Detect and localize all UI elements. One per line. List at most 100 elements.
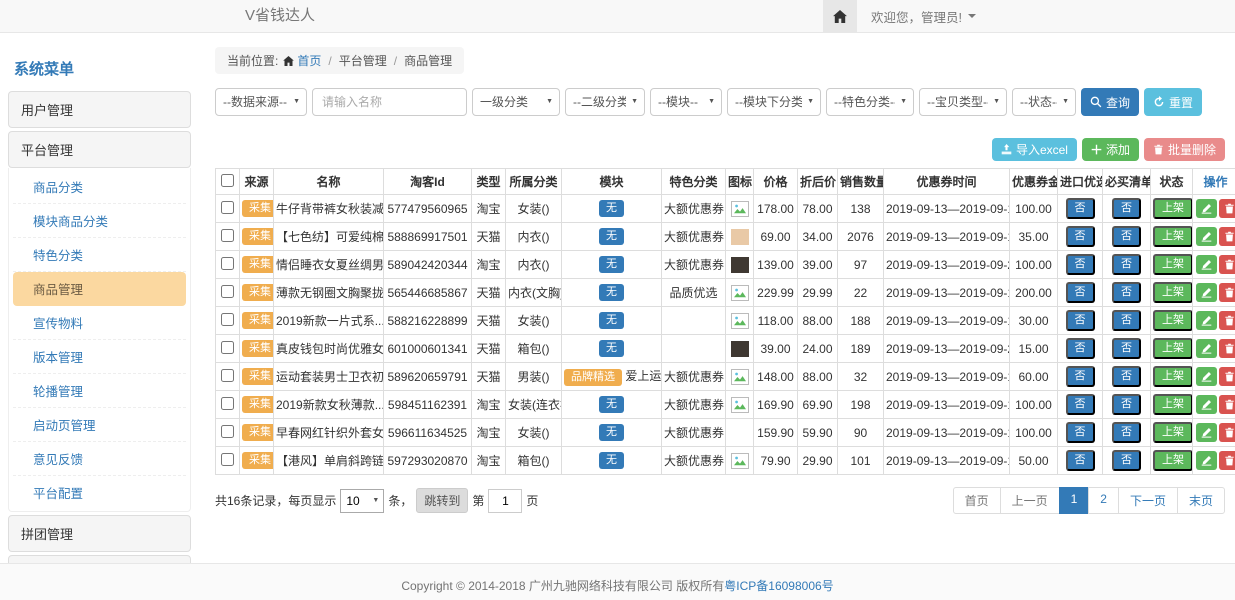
reset-button[interactable]: 重置 xyxy=(1144,88,1202,116)
filter-select-特色分类[interactable]: --特色分类-- xyxy=(826,88,914,116)
pager-button-1[interactable]: 1 xyxy=(1059,487,1090,514)
row-checkbox[interactable] xyxy=(221,341,234,354)
pager-button-首页[interactable]: 首页 xyxy=(953,487,1001,514)
sidebar-item-特色分类[interactable]: 特色分类 xyxy=(13,238,186,272)
import-select-toggle[interactable]: 否 xyxy=(1066,422,1095,443)
row-checkbox[interactable] xyxy=(221,257,234,270)
sidebar-section-拼团管理[interactable]: 拼团管理 xyxy=(8,515,191,552)
sidebar-item-意见反馈[interactable]: 意见反馈 xyxy=(13,442,186,476)
edit-button[interactable] xyxy=(1196,283,1217,302)
import-select-toggle[interactable]: 否 xyxy=(1066,450,1095,471)
filter-select-模块下分类[interactable]: --模块下分类-- xyxy=(727,88,821,116)
sidebar-item-启动页管理[interactable]: 启动页管理 xyxy=(13,408,186,442)
delete-button[interactable] xyxy=(1219,451,1235,470)
delete-button[interactable] xyxy=(1219,255,1235,274)
edit-button[interactable] xyxy=(1196,339,1217,358)
data-source-select[interactable]: --数据来源-- xyxy=(215,88,307,116)
edit-button[interactable] xyxy=(1196,227,1217,246)
sidebar-section-用户管理[interactable]: 用户管理 xyxy=(8,91,191,128)
pager-button-2[interactable]: 2 xyxy=(1088,487,1119,514)
status-toggle[interactable]: 上架 xyxy=(1153,450,1193,471)
must-buy-toggle[interactable]: 否 xyxy=(1112,254,1141,275)
delete-button[interactable] xyxy=(1219,283,1235,302)
import-select-toggle[interactable]: 否 xyxy=(1066,282,1095,303)
must-buy-toggle[interactable]: 否 xyxy=(1112,422,1141,443)
sidebar-item-商品分类[interactable]: 商品分类 xyxy=(13,170,186,204)
sidebar-section-平台管理[interactable]: 平台管理 xyxy=(8,131,191,168)
status-toggle[interactable]: 上架 xyxy=(1153,310,1193,331)
row-checkbox[interactable] xyxy=(221,285,234,298)
sidebar-item-平台配置[interactable]: 平台配置 xyxy=(13,476,186,509)
sidebar-item-模块商品分类[interactable]: 模块商品分类 xyxy=(13,204,186,238)
must-buy-toggle[interactable]: 否 xyxy=(1112,282,1141,303)
row-checkbox[interactable] xyxy=(221,313,234,326)
status-toggle[interactable]: 上架 xyxy=(1153,394,1193,415)
sidebar-item-宣传物料[interactable]: 宣传物料 xyxy=(13,306,186,340)
row-checkbox[interactable] xyxy=(221,397,234,410)
import-select-toggle[interactable]: 否 xyxy=(1066,366,1095,387)
filter-select-状态[interactable]: --状态-- xyxy=(1012,88,1076,116)
must-buy-toggle[interactable]: 否 xyxy=(1112,450,1141,471)
delete-button[interactable] xyxy=(1219,311,1235,330)
edit-button[interactable] xyxy=(1196,367,1217,386)
user-menu[interactable]: 欢迎您，管理员! xyxy=(857,0,990,32)
batch-delete-button[interactable]: 批量删除 xyxy=(1144,138,1225,161)
select-all-checkbox[interactable] xyxy=(221,174,234,187)
row-checkbox[interactable] xyxy=(221,425,234,438)
status-toggle[interactable]: 上架 xyxy=(1153,338,1193,359)
per-page-select[interactable]: 10 xyxy=(340,489,384,513)
filter-select-一级分类[interactable]: 一级分类 xyxy=(472,88,560,116)
edit-button[interactable] xyxy=(1196,255,1217,274)
row-checkbox[interactable] xyxy=(221,453,234,466)
status-toggle[interactable]: 上架 xyxy=(1153,198,1193,219)
edit-button[interactable] xyxy=(1196,311,1217,330)
status-toggle[interactable]: 上架 xyxy=(1153,226,1193,247)
edit-button[interactable] xyxy=(1196,423,1217,442)
edit-button[interactable] xyxy=(1196,199,1217,218)
import-select-toggle[interactable]: 否 xyxy=(1066,394,1095,415)
breadcrumb-home-link[interactable]: 首页 xyxy=(283,52,321,69)
status-toggle[interactable]: 上架 xyxy=(1153,254,1193,275)
import-select-toggle[interactable]: 否 xyxy=(1066,338,1095,359)
must-buy-toggle[interactable]: 否 xyxy=(1112,394,1141,415)
sidebar-section-省直快报[interactable]: 省直快报 xyxy=(8,555,191,563)
row-checkbox[interactable] xyxy=(221,201,234,214)
name-search-input[interactable] xyxy=(312,88,467,116)
status-toggle[interactable]: 上架 xyxy=(1153,422,1193,443)
delete-button[interactable] xyxy=(1219,227,1235,246)
import-select-toggle[interactable]: 否 xyxy=(1066,310,1095,331)
import-select-toggle[interactable]: 否 xyxy=(1066,226,1095,247)
status-toggle[interactable]: 上架 xyxy=(1153,282,1193,303)
must-buy-toggle[interactable]: 否 xyxy=(1112,310,1141,331)
import-select-toggle[interactable]: 否 xyxy=(1066,254,1095,275)
must-buy-toggle[interactable]: 否 xyxy=(1112,226,1141,247)
sidebar-item-轮播管理[interactable]: 轮播管理 xyxy=(13,374,186,408)
sidebar-item-商品管理[interactable]: 商品管理 xyxy=(13,272,186,306)
delete-button[interactable] xyxy=(1219,395,1235,414)
filter-select-二级分类[interactable]: --二级分类-- xyxy=(565,88,645,116)
add-button[interactable]: 添加 xyxy=(1082,138,1139,161)
edit-button[interactable] xyxy=(1196,451,1217,470)
jump-button[interactable]: 跳转到 xyxy=(416,488,468,513)
page-number-input[interactable] xyxy=(488,489,522,513)
sidebar-item-版本管理[interactable]: 版本管理 xyxy=(13,340,186,374)
edit-button[interactable] xyxy=(1196,395,1217,414)
must-buy-toggle[interactable]: 否 xyxy=(1112,366,1141,387)
delete-button[interactable] xyxy=(1219,423,1235,442)
filter-select-宝贝类型[interactable]: --宝贝类型-- xyxy=(919,88,1007,116)
filter-select-模块[interactable]: --模块-- xyxy=(650,88,722,116)
must-buy-toggle[interactable]: 否 xyxy=(1112,198,1141,219)
pager-button-上一页[interactable]: 上一页 xyxy=(1000,487,1060,514)
delete-button[interactable] xyxy=(1219,199,1235,218)
row-checkbox[interactable] xyxy=(221,369,234,382)
import-select-toggle[interactable]: 否 xyxy=(1066,198,1095,219)
status-toggle[interactable]: 上架 xyxy=(1153,366,1193,387)
search-button[interactable]: 查询 xyxy=(1081,88,1139,116)
delete-button[interactable] xyxy=(1219,367,1235,386)
pager-button-末页[interactable]: 末页 xyxy=(1177,487,1225,514)
pager-button-下一页[interactable]: 下一页 xyxy=(1118,487,1178,514)
must-buy-toggle[interactable]: 否 xyxy=(1112,338,1141,359)
home-nav-button[interactable] xyxy=(823,0,857,32)
import-excel-button[interactable]: 导入excel xyxy=(992,138,1077,161)
row-checkbox[interactable] xyxy=(221,229,234,242)
